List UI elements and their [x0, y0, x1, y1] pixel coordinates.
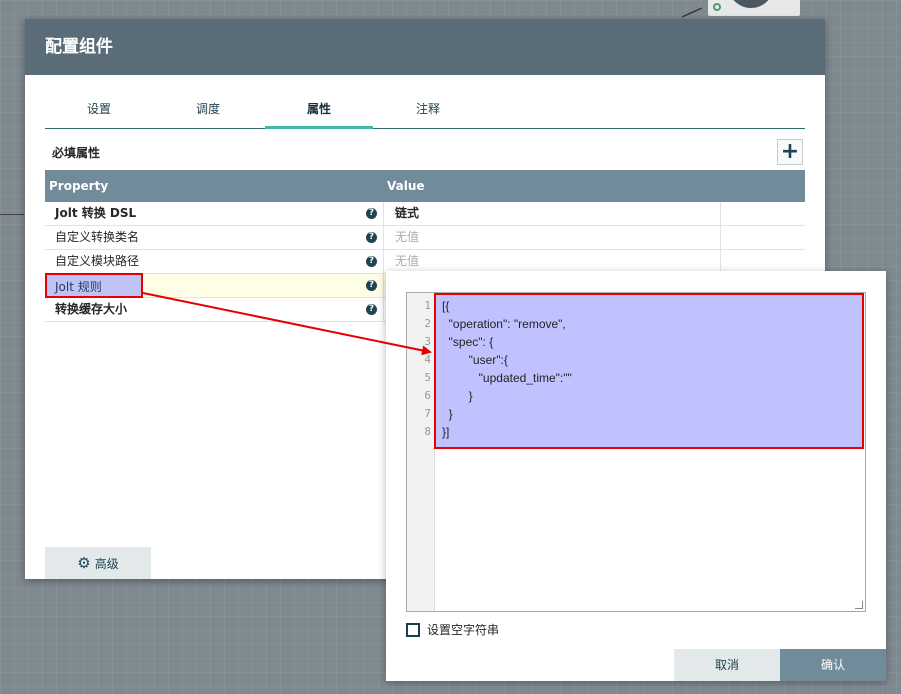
- empty-string-label: 设置空字符串: [427, 623, 500, 637]
- tab-bar: 设置 调度 属性 注释: [45, 91, 805, 129]
- line-number: 1: [424, 299, 431, 312]
- code-line: "spec": {: [442, 335, 494, 349]
- property-value[interactable]: 链式: [383, 202, 721, 225]
- code-line: "operation": "remove",: [442, 317, 566, 331]
- status-dot-icon: [713, 3, 721, 11]
- code-line: [{: [442, 299, 450, 313]
- advanced-button-label: 高级: [94, 556, 119, 571]
- tab-settings[interactable]: 设置: [45, 91, 153, 127]
- table-row[interactable]: Jolt 转换 DSL ? 链式: [45, 202, 805, 226]
- jolt-rule-annotation-box[interactable]: Jolt 规则: [45, 273, 143, 298]
- advanced-button[interactable]: ⚙ 高级: [45, 547, 151, 579]
- code-line: "updated_time":"": [442, 371, 572, 385]
- help-icon[interactable]: ?: [366, 280, 377, 291]
- gear-icon: ⚙: [77, 554, 91, 572]
- help-icon[interactable]: ?: [366, 256, 377, 267]
- property-value[interactable]: 无值: [383, 250, 721, 273]
- property-name: 自定义模块路径: [55, 254, 140, 268]
- line-number: 3: [424, 335, 431, 348]
- code-line: }: [442, 389, 473, 403]
- line-number: 4: [424, 353, 431, 366]
- code-editor[interactable]: 1 2 3 4 5 6 7 8 [{ "operation": "remove"…: [406, 292, 866, 612]
- required-properties-label: 必填属性: [52, 146, 101, 160]
- property-name: 转换缓存大小: [55, 302, 128, 316]
- value-editor-popup: 1 2 3 4 5 6 7 8 [{ "operation": "remove"…: [386, 271, 886, 681]
- column-header-property[interactable]: Property: [49, 170, 108, 202]
- code-line: }]: [442, 425, 450, 439]
- code-line: }: [442, 407, 453, 421]
- plus-icon: +: [780, 139, 800, 164]
- table-row[interactable]: 自定义转换类名 ? 无值: [45, 226, 805, 250]
- line-number: 6: [424, 389, 431, 402]
- line-number: 5: [424, 371, 431, 384]
- line-number-gutter: 1 2 3 4 5 6 7 8: [407, 293, 435, 611]
- empty-string-option[interactable]: 设置空字符串: [406, 621, 499, 638]
- cancel-button[interactable]: 取消: [674, 649, 780, 681]
- help-icon[interactable]: ?: [366, 208, 377, 219]
- line-number: 2: [424, 317, 431, 330]
- line-number: 7: [424, 407, 431, 420]
- tab-properties[interactable]: 属性: [265, 91, 373, 129]
- column-header-value[interactable]: Value: [387, 170, 425, 202]
- resize-handle-icon[interactable]: [855, 601, 863, 609]
- dialog-title: 配置组件: [25, 19, 825, 75]
- property-name: Jolt 转换 DSL: [55, 206, 137, 220]
- property-value[interactable]: 无值: [383, 226, 721, 249]
- tab-scheduling[interactable]: 调度: [154, 91, 262, 127]
- add-property-button[interactable]: +: [777, 139, 803, 165]
- line-number: 8: [424, 425, 431, 438]
- jolt-rule-label: Jolt 规则: [55, 280, 102, 294]
- property-name: 自定义转换类名: [55, 230, 140, 244]
- tab-comments[interactable]: 注释: [374, 91, 482, 127]
- table-header: Property Value: [45, 170, 805, 202]
- background-edge-arrow: [681, 7, 703, 18]
- background-connection: [0, 214, 24, 215]
- help-icon[interactable]: ?: [366, 304, 377, 315]
- help-icon[interactable]: ?: [366, 232, 377, 243]
- empty-string-checkbox[interactable]: [406, 622, 420, 637]
- background-processor-node: [700, 0, 810, 20]
- code-line: "user":{: [442, 353, 508, 367]
- ok-button[interactable]: 确认: [780, 649, 886, 681]
